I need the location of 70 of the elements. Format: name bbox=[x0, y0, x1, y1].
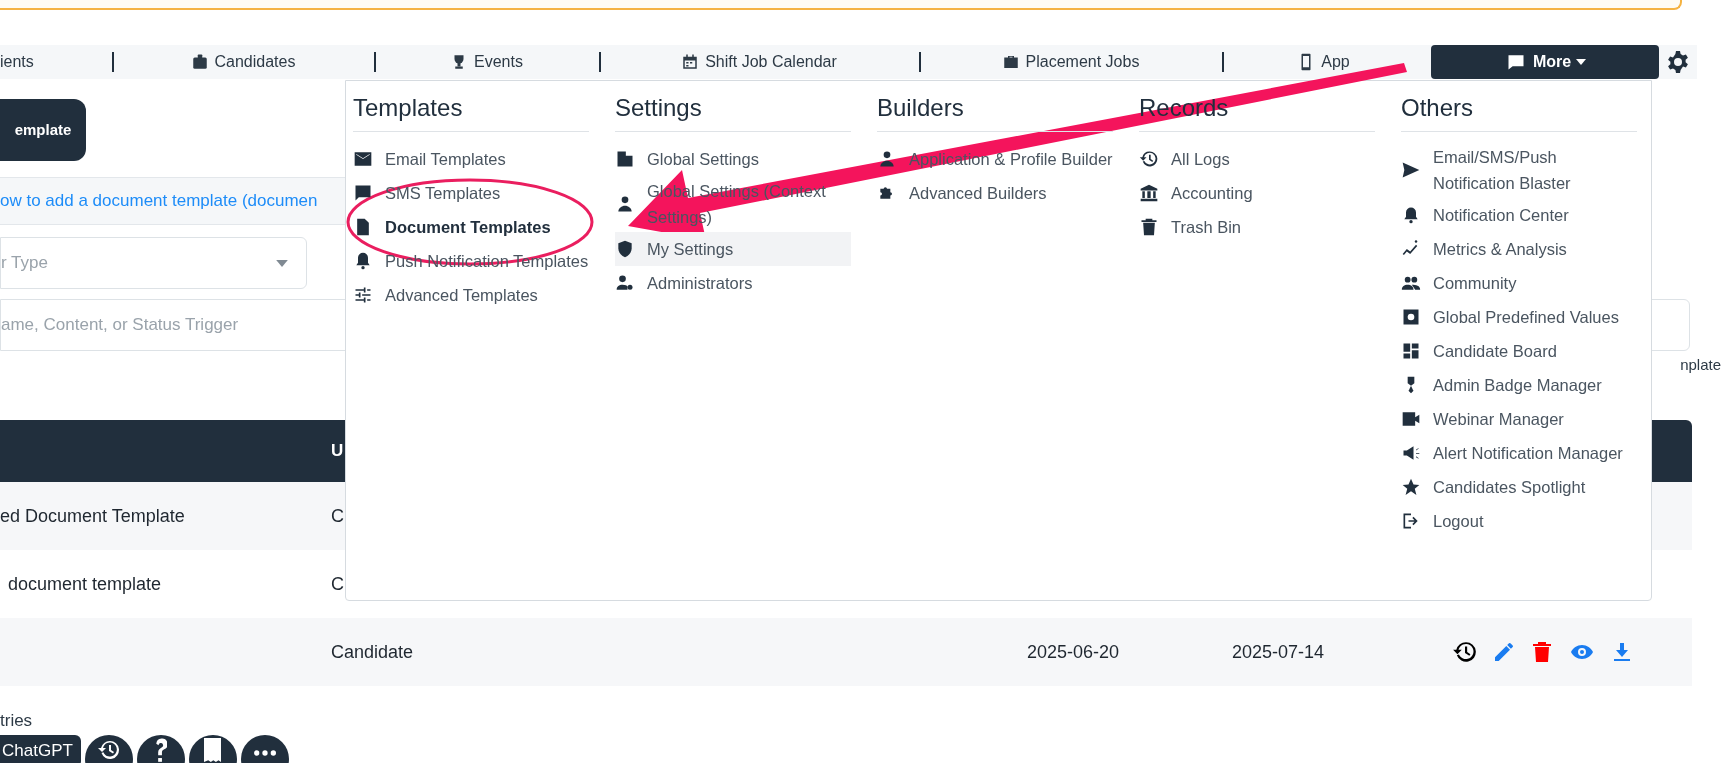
entries-info: tries bbox=[0, 710, 34, 732]
menu-heading: Templates bbox=[353, 94, 589, 132]
menu-item[interactable]: Community bbox=[1401, 266, 1637, 300]
menu-item[interactable]: Global Predefined Values bbox=[1401, 300, 1637, 334]
menu-item[interactable]: Trash Bin bbox=[1139, 210, 1375, 244]
more-button[interactable]: More bbox=[1431, 45, 1659, 79]
table-cell-text: 2025-07-14 bbox=[1232, 640, 1325, 664]
user-icon bbox=[877, 149, 897, 169]
trash-icon[interactable] bbox=[1530, 640, 1554, 664]
menu-item[interactable]: Admin Badge Manager bbox=[1401, 368, 1637, 402]
nav-tab[interactable]: Placement Jobs bbox=[1001, 50, 1140, 74]
megaphone-icon bbox=[1401, 443, 1421, 463]
table-cell-text: ed Document Template bbox=[0, 504, 185, 528]
nav-tab[interactable]: Candidates bbox=[190, 50, 296, 74]
history-icon[interactable] bbox=[1452, 639, 1478, 665]
menu-item[interactable]: All Logs bbox=[1139, 142, 1375, 176]
receipt-icon bbox=[204, 737, 222, 762]
menu-heading: Others bbox=[1401, 94, 1637, 132]
menu-item[interactable]: Global Settings bbox=[615, 142, 851, 176]
bank-icon bbox=[1139, 183, 1159, 203]
nav-tab[interactable]: Shift Job Calendar bbox=[681, 50, 837, 74]
dashboard-icon bbox=[1401, 341, 1421, 361]
table-cell-text: Candidate bbox=[331, 640, 414, 664]
menu-item[interactable]: Logout bbox=[1401, 504, 1637, 538]
settings-icon bbox=[1666, 50, 1690, 74]
menu-item[interactable]: SMS Templates bbox=[353, 176, 589, 210]
more-icon bbox=[253, 749, 276, 756]
video-icon bbox=[1401, 409, 1421, 429]
checkbox-label: nplate bbox=[1680, 354, 1721, 375]
menu-item[interactable]: Advanced Builders bbox=[877, 176, 1113, 210]
user-icon bbox=[615, 194, 635, 214]
send-icon bbox=[1401, 160, 1421, 180]
menu-item[interactable]: Document Templates bbox=[353, 210, 589, 244]
history-icon bbox=[1139, 149, 1159, 169]
table-cell-text: document template bbox=[7, 572, 162, 596]
menu-heading: Settings bbox=[615, 94, 851, 132]
menu-item[interactable]: Administrators bbox=[615, 266, 851, 300]
add-template-button[interactable]: emplate bbox=[0, 99, 86, 161]
menu-heading: Builders bbox=[877, 94, 1113, 132]
menu-item[interactable]: Metrics & Analysis bbox=[1401, 232, 1637, 266]
caret-icon bbox=[1576, 59, 1587, 65]
menu-item[interactable]: Accounting bbox=[1139, 176, 1375, 210]
menu-item[interactable]: My Settings bbox=[615, 232, 851, 266]
nav-tab[interactable]: App bbox=[1297, 50, 1350, 74]
caret-icon bbox=[276, 259, 288, 267]
column-header: U bbox=[331, 440, 344, 463]
sliders-icon bbox=[353, 285, 373, 305]
pencil-icon[interactable] bbox=[1492, 640, 1516, 664]
table-cell-text: 2025-06-20 bbox=[1027, 640, 1120, 664]
menu-item[interactable]: Candidate Board bbox=[1401, 334, 1637, 368]
chatgpt-button[interactable]: ChatGPT bbox=[0, 734, 81, 763]
table-cell-text: C bbox=[331, 572, 344, 596]
nav-tab[interactable]: ients bbox=[0, 50, 34, 74]
help-icon bbox=[154, 737, 167, 762]
star-icon bbox=[1401, 477, 1421, 497]
nav-tab[interactable]: Events bbox=[450, 50, 523, 74]
menu-item[interactable]: Alert Notification Manager bbox=[1401, 436, 1637, 470]
menu-item[interactable]: Notification Center bbox=[1401, 198, 1637, 232]
trash-icon bbox=[1139, 217, 1159, 237]
message-icon bbox=[353, 183, 373, 203]
menu-item[interactable]: Email Templates bbox=[353, 142, 589, 176]
shield-icon bbox=[615, 239, 635, 259]
briefcase-icon bbox=[1001, 53, 1020, 71]
menu-item[interactable]: Candidates Spotlight bbox=[1401, 470, 1637, 504]
user-cog-icon bbox=[615, 273, 635, 293]
menu-item[interactable]: Advanced Templates bbox=[353, 278, 589, 312]
menu-item[interactable]: Webinar Manager bbox=[1401, 402, 1637, 436]
menu-item[interactable]: Email/SMS/Push Notification Blaster bbox=[1401, 142, 1637, 198]
calendar-icon bbox=[681, 53, 700, 71]
table-cell-text: C bbox=[331, 504, 344, 528]
